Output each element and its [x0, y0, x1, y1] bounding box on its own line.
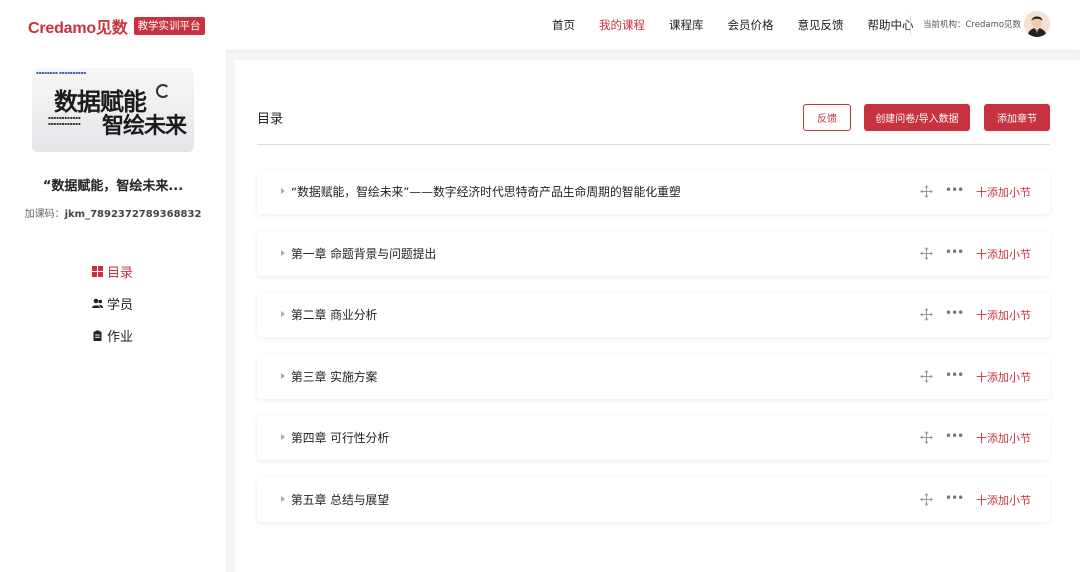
- more-options-icon[interactable]: •••: [945, 306, 964, 320]
- sidebar-item-catalog[interactable]: 目录: [92, 255, 133, 287]
- cover-small-text: ▪▪▪▪▪▪▪▪▪▪▪▪ ▪▪▪▪▪▪▪▪▪▪▪▪: [48, 115, 81, 126]
- chapter-row[interactable]: 第四章 可行性分析 ••• 十添加小节: [257, 416, 1050, 460]
- page-title: 目录: [257, 112, 284, 127]
- nav-divider: [910, 15, 911, 35]
- chapter-row[interactable]: “数据赋能，智绘未来”——数字经济时代思特奇产品生命周期的智能化重塑 ••• 十…: [257, 170, 1050, 214]
- expand-caret-icon[interactable]: [281, 311, 285, 317]
- expand-caret-icon[interactable]: [281, 188, 285, 194]
- add-section-button[interactable]: 十添加小节: [976, 430, 1031, 446]
- chapter-title: “数据赋能，智绘未来”——数字经济时代思特奇产品生命周期的智能化重塑: [291, 185, 681, 199]
- chapter-title: 第三章 实施方案: [291, 370, 378, 384]
- drag-move-icon[interactable]: [920, 185, 933, 198]
- nav-my-courses[interactable]: 我的课程: [599, 17, 645, 33]
- chapter-title: 第四章 可行性分析: [291, 431, 390, 445]
- avatar[interactable]: [1024, 11, 1050, 37]
- nav-feedback[interactable]: 意见反馈: [798, 17, 844, 33]
- chapter-row[interactable]: 第一章 命题背景与问题提出 ••• 十添加小节: [257, 232, 1050, 276]
- clipboard-icon: [93, 330, 102, 341]
- more-options-icon[interactable]: •••: [945, 368, 964, 382]
- chapter-title: 第一章 命题背景与问题提出: [291, 247, 437, 261]
- current-org: 当前机构：Credamo见数: [923, 20, 1022, 30]
- more-options-icon[interactable]: •••: [945, 491, 964, 505]
- title-divider: [257, 144, 1050, 145]
- add-chapter-button[interactable]: 添加章节: [984, 104, 1050, 131]
- course-code: 加课码：jkm_7892372789368832: [0, 205, 226, 220]
- drag-move-icon[interactable]: [920, 370, 933, 383]
- nav-course-library[interactable]: 课程库: [669, 17, 704, 33]
- sidebar-menu: 目录 学员 作业: [92, 255, 133, 351]
- platform-tag: 教学实训平台: [133, 17, 205, 35]
- chapter-row[interactable]: 第五章 总结与展望 ••• 十添加小节: [257, 478, 1050, 522]
- add-section-button[interactable]: 十添加小节: [976, 369, 1031, 385]
- chapter-title: 第二章 商业分析: [291, 308, 378, 322]
- expand-caret-icon[interactable]: [281, 250, 285, 256]
- create-survey-button[interactable]: 创建问卷/导入数据: [864, 104, 970, 131]
- chapter-row[interactable]: 第三章 实施方案 ••• 十添加小节: [257, 355, 1050, 399]
- expand-caret-icon[interactable]: [281, 496, 285, 502]
- cover-ink-swirl: [156, 84, 170, 98]
- sidebar-item-students[interactable]: 学员: [92, 287, 133, 319]
- nav-help[interactable]: 帮助中心: [868, 17, 914, 33]
- course-cover-image: ▪▪▪▪▪▪▪▪ ▪▪▪▪▪▪▪▪▪▪ 数据赋能 ▪▪▪▪▪▪▪▪▪▪▪▪ ▪▪▪…: [32, 68, 194, 152]
- course-title: “数据赋能，智绘未来...: [42, 179, 184, 194]
- drag-move-icon[interactable]: [920, 493, 933, 506]
- grid-icon: [92, 265, 103, 277]
- course-code-value: jkm_7892372789368832: [64, 209, 202, 220]
- course-code-label: 加课码：: [24, 209, 65, 220]
- cover-headline-2: 智绘未来: [102, 113, 187, 139]
- drag-move-icon[interactable]: [920, 431, 933, 444]
- users-icon: [92, 298, 103, 308]
- add-section-button[interactable]: 十添加小节: [976, 184, 1031, 200]
- drag-move-icon[interactable]: [920, 308, 933, 321]
- brand-logo[interactable]: Credamo见数 教学实训平台: [28, 14, 205, 38]
- chapter-row[interactable]: 第二章 商业分析 ••• 十添加小节: [257, 293, 1050, 337]
- add-section-button[interactable]: 十添加小节: [976, 307, 1031, 323]
- sidebar-item-label: 学员: [107, 297, 134, 313]
- chapter-title: 第五章 总结与展望: [291, 493, 390, 507]
- cover-sponsor-strip: ▪▪▪▪▪▪▪▪ ▪▪▪▪▪▪▪▪▪▪: [36, 70, 87, 75]
- main-nav: 首页 我的课程 课程库 会员价格 意见反馈 帮助中心: [540, 0, 926, 50]
- more-options-icon[interactable]: •••: [945, 245, 964, 259]
- sidebar-item-homework[interactable]: 作业: [92, 319, 133, 351]
- expand-caret-icon[interactable]: [281, 434, 285, 440]
- expand-caret-icon[interactable]: [281, 373, 285, 379]
- top-header: Credamo见数 教学实训平台 首页 我的课程 课程库 会员价格 意见反馈 帮…: [0, 0, 1080, 50]
- nav-pricing[interactable]: 会员价格: [728, 17, 774, 33]
- catalog-panel: 目录 反馈 创建问卷/导入数据 添加章节 “数据赋能，智绘未来”——数字经济时代…: [235, 60, 1080, 572]
- sidebar-item-label: 作业: [107, 329, 134, 345]
- drag-move-icon[interactable]: [920, 247, 933, 260]
- feedback-button[interactable]: 反馈: [803, 104, 851, 131]
- more-options-icon[interactable]: •••: [945, 183, 964, 197]
- sidebar-item-label: 目录: [107, 265, 134, 281]
- logo-text: Credamo见数: [28, 20, 128, 37]
- add-section-button[interactable]: 十添加小节: [976, 492, 1031, 508]
- nav-home[interactable]: 首页: [552, 17, 575, 33]
- course-sidebar: ▪▪▪▪▪▪▪▪ ▪▪▪▪▪▪▪▪▪▪ 数据赋能 ▪▪▪▪▪▪▪▪▪▪▪▪ ▪▪▪…: [0, 50, 226, 572]
- add-section-button[interactable]: 十添加小节: [976, 246, 1031, 262]
- more-options-icon[interactable]: •••: [945, 429, 964, 443]
